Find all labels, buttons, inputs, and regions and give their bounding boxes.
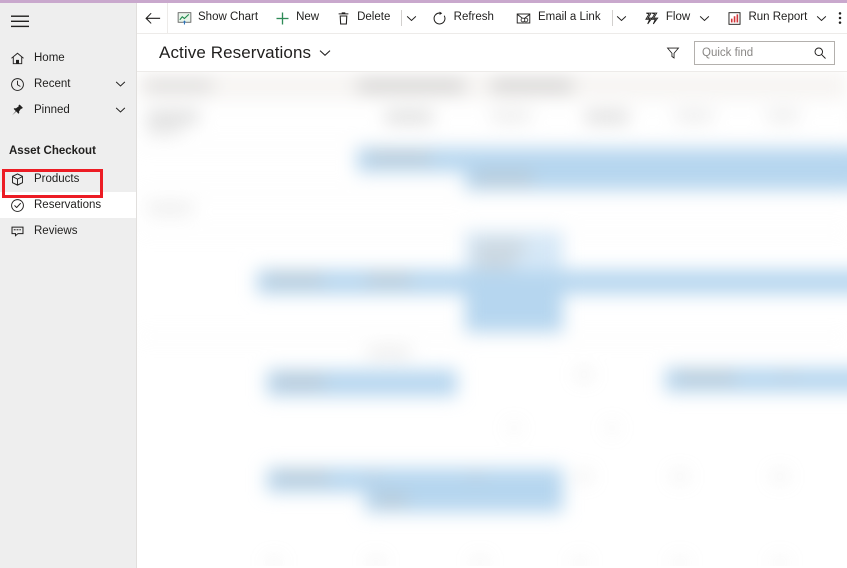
comment-icon: [9, 223, 26, 240]
flow-button[interactable]: Flow: [636, 3, 698, 34]
email-a-link-caret-button[interactable]: [616, 3, 628, 34]
refresh-icon: [432, 10, 448, 26]
reservations-data-grid[interactable]: [137, 72, 847, 566]
chevron-down-icon: [617, 15, 627, 21]
sidebar-item-recent[interactable]: Recent: [0, 71, 136, 97]
new-button[interactable]: New: [266, 3, 327, 34]
sidebar-item-label: Reservations: [34, 199, 102, 211]
command-separator: [611, 10, 613, 26]
back-button[interactable]: [137, 3, 167, 34]
arrow-left-icon: [144, 12, 160, 24]
run-report-label: Run Report: [748, 11, 808, 24]
delete-label: Delete: [357, 11, 391, 24]
page-title: Active Reservations: [159, 42, 312, 62]
delete-caret-button[interactable]: [405, 3, 417, 34]
delete-button[interactable]: Delete: [327, 3, 398, 34]
sidebar-item-pinned[interactable]: Pinned: [0, 97, 136, 123]
sidebar-group-header: Asset Checkout: [9, 145, 96, 157]
view-header-bar: Active Reservations: [137, 34, 847, 72]
sidebar-item-label: Recent: [34, 78, 71, 90]
box-icon: [9, 171, 26, 188]
main-content: Show Chart New Delete Refresh Email a Li…: [136, 2, 847, 568]
show-chart-button[interactable]: Show Chart: [168, 3, 266, 34]
flow-caret-button[interactable]: [698, 3, 710, 34]
chevron-down-icon: [406, 15, 417, 21]
sidebar-item-label: Products: [34, 173, 80, 185]
view-bar-actions: [662, 40, 835, 65]
sidebar-item-products[interactable]: Products: [0, 166, 136, 192]
flow-label: Flow: [665, 11, 691, 24]
view-selector-chevron-icon[interactable]: [319, 49, 331, 57]
new-label: New: [296, 11, 320, 24]
email-a-link-button[interactable]: Email a Link: [508, 3, 609, 34]
pin-icon: [9, 102, 26, 119]
clock-icon: [9, 76, 26, 93]
show-chart-icon: [176, 10, 192, 26]
sidebar-item-reservations[interactable]: Reservations: [0, 192, 136, 218]
chevron-down-icon[interactable]: [115, 81, 126, 88]
flow-icon: [644, 10, 660, 26]
chevron-down-icon: [816, 15, 827, 21]
sidebar-item-home[interactable]: Home: [0, 45, 136, 71]
edit-filters-button[interactable]: [662, 42, 684, 64]
quick-find-box[interactable]: [694, 40, 835, 65]
refresh-button[interactable]: Refresh: [424, 3, 502, 34]
run-report-icon: [726, 10, 742, 26]
more-commands-button[interactable]: [834, 3, 847, 34]
chevron-down-icon: [699, 15, 710, 21]
hamburger-icon: [11, 15, 29, 27]
check-circle-icon: [9, 197, 26, 214]
sidebar-item-label: Home: [34, 52, 65, 64]
sidebar-item-label: Pinned: [34, 104, 70, 116]
command-separator: [401, 10, 403, 26]
navigation-sidebar: Home Recent Pinned Asset Checkout Produc…: [0, 3, 136, 568]
app-window: Home Recent Pinned Asset Checkout Produc…: [0, 0, 847, 568]
run-report-caret-button[interactable]: [815, 3, 827, 34]
email-link-icon: [516, 10, 532, 26]
ellipsis-vertical-icon: [839, 12, 842, 24]
search-input[interactable]: [695, 41, 807, 64]
site-map-button[interactable]: [0, 3, 136, 39]
show-chart-label: Show Chart: [198, 11, 259, 24]
home-icon: [9, 50, 26, 67]
sidebar-item-label: Reviews: [34, 225, 78, 237]
refresh-label: Refresh: [453, 11, 494, 24]
command-bar: Show Chart New Delete Refresh Email a Li…: [137, 2, 847, 34]
sidebar-item-reviews[interactable]: Reviews: [0, 218, 136, 244]
search-icon[interactable]: [807, 42, 833, 64]
filter-icon: [666, 47, 680, 59]
grid-redacted-content: [137, 72, 847, 566]
app-accent-bar: [0, 0, 847, 3]
chevron-down-icon[interactable]: [115, 107, 126, 114]
email-a-link-label: Email a Link: [537, 11, 601, 24]
plus-icon: [274, 10, 290, 26]
trash-icon: [335, 10, 351, 26]
run-report-button[interactable]: Run Report: [718, 3, 815, 34]
